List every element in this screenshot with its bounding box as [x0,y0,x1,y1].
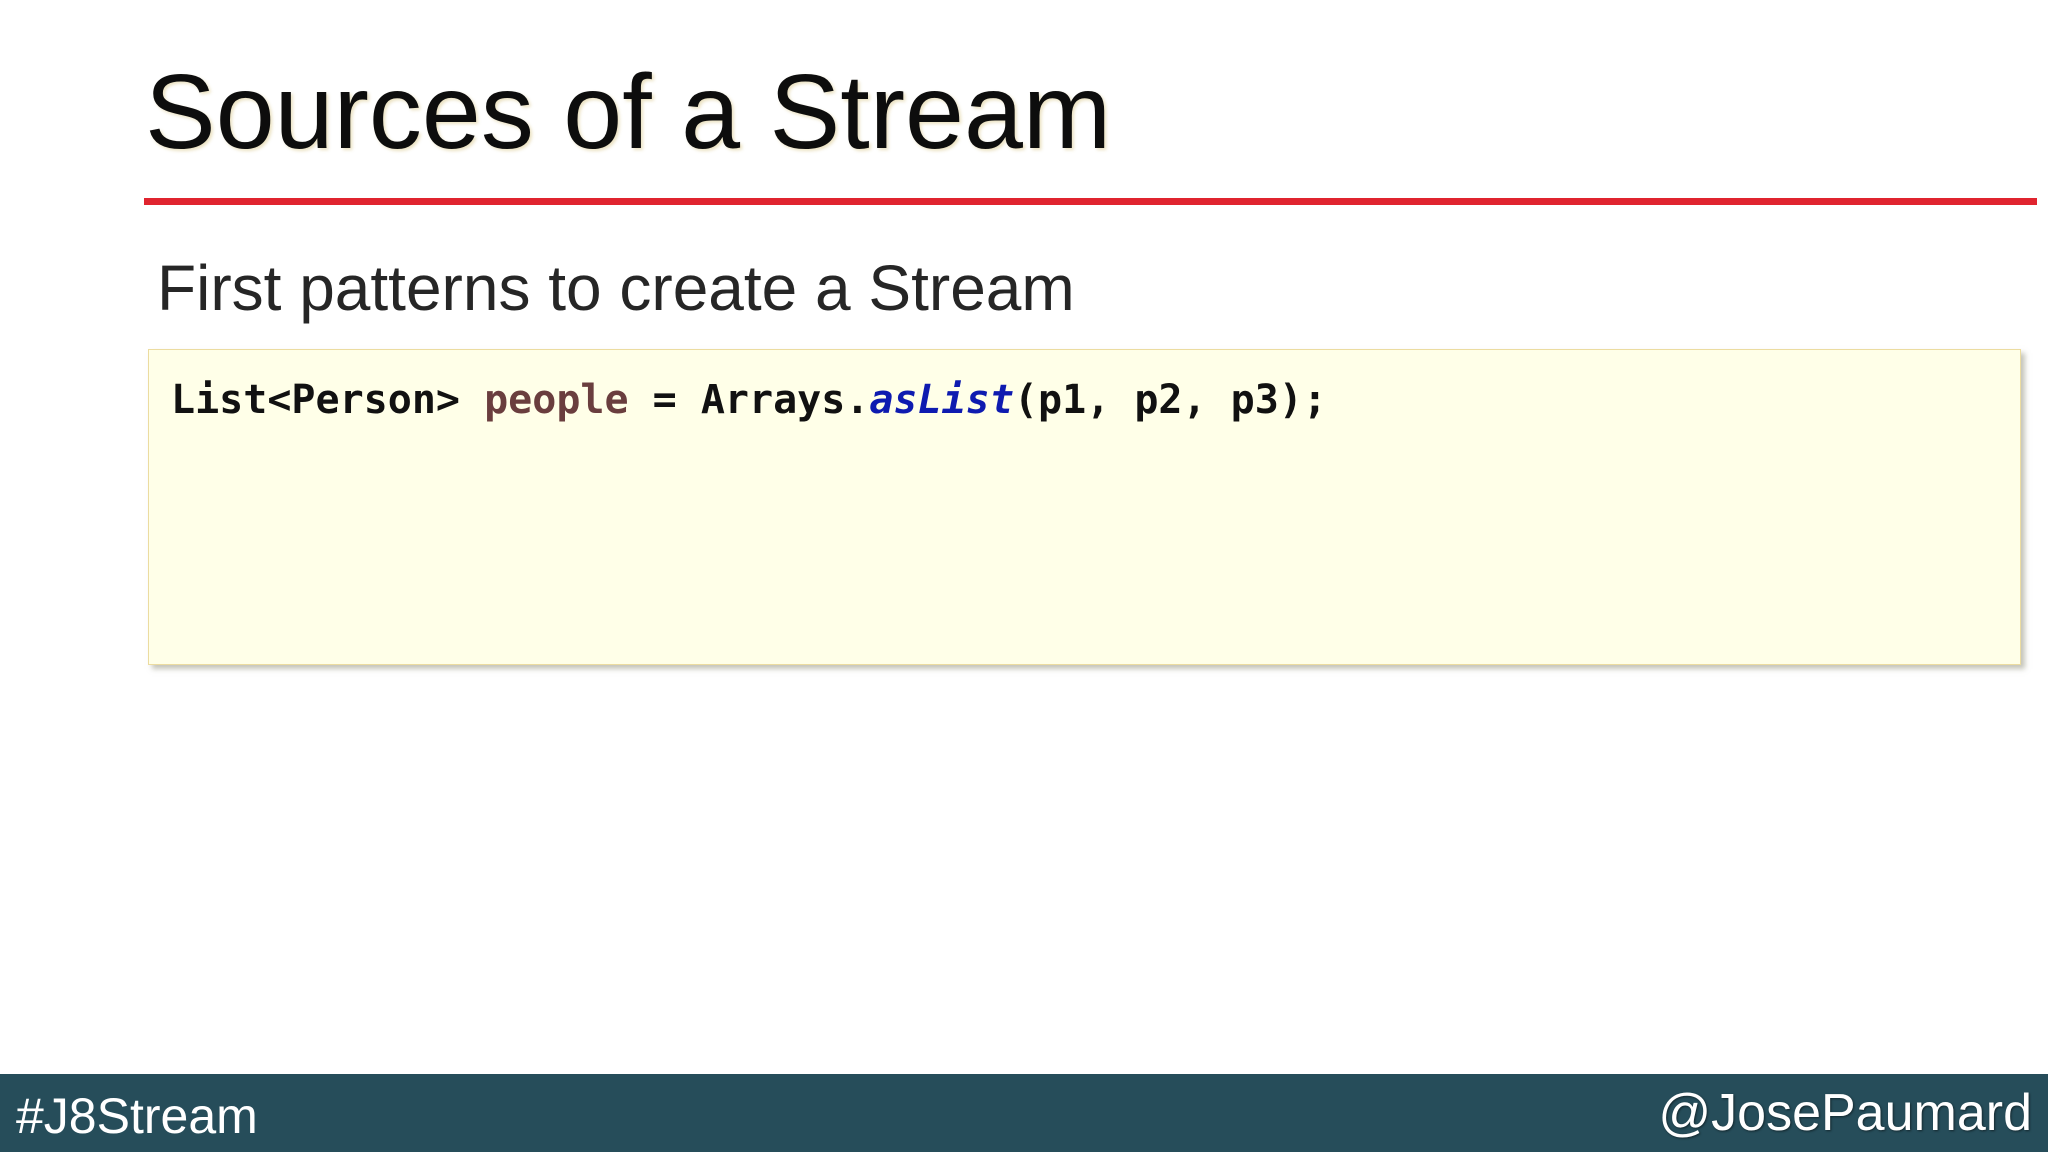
code-variable: people [484,377,629,423]
code-arguments: (p1, p2, p3); [1013,377,1327,423]
slide-title: Sources of a Stream [145,53,1112,171]
footer-handle: @JosePaumard [1658,1084,2032,1142]
slide: Sources of a Stream First patterns to cr… [0,0,2048,1152]
footer-bar: #J8Stream @JosePaumard [0,1074,2048,1152]
title-underline [144,198,2037,205]
code-block: List<Person> people = Arrays.asList(p1, … [148,349,2021,665]
slide-subtitle: First patterns to create a Stream [157,252,1075,324]
footer-hashtag: #J8Stream [16,1088,258,1144]
code-assignment: = Arrays. [628,377,870,423]
code-type-declaration: List<Person> [171,377,485,423]
code-line: List<Person> people = Arrays.asList(p1, … [171,372,1327,428]
code-method: asList [869,377,1014,423]
